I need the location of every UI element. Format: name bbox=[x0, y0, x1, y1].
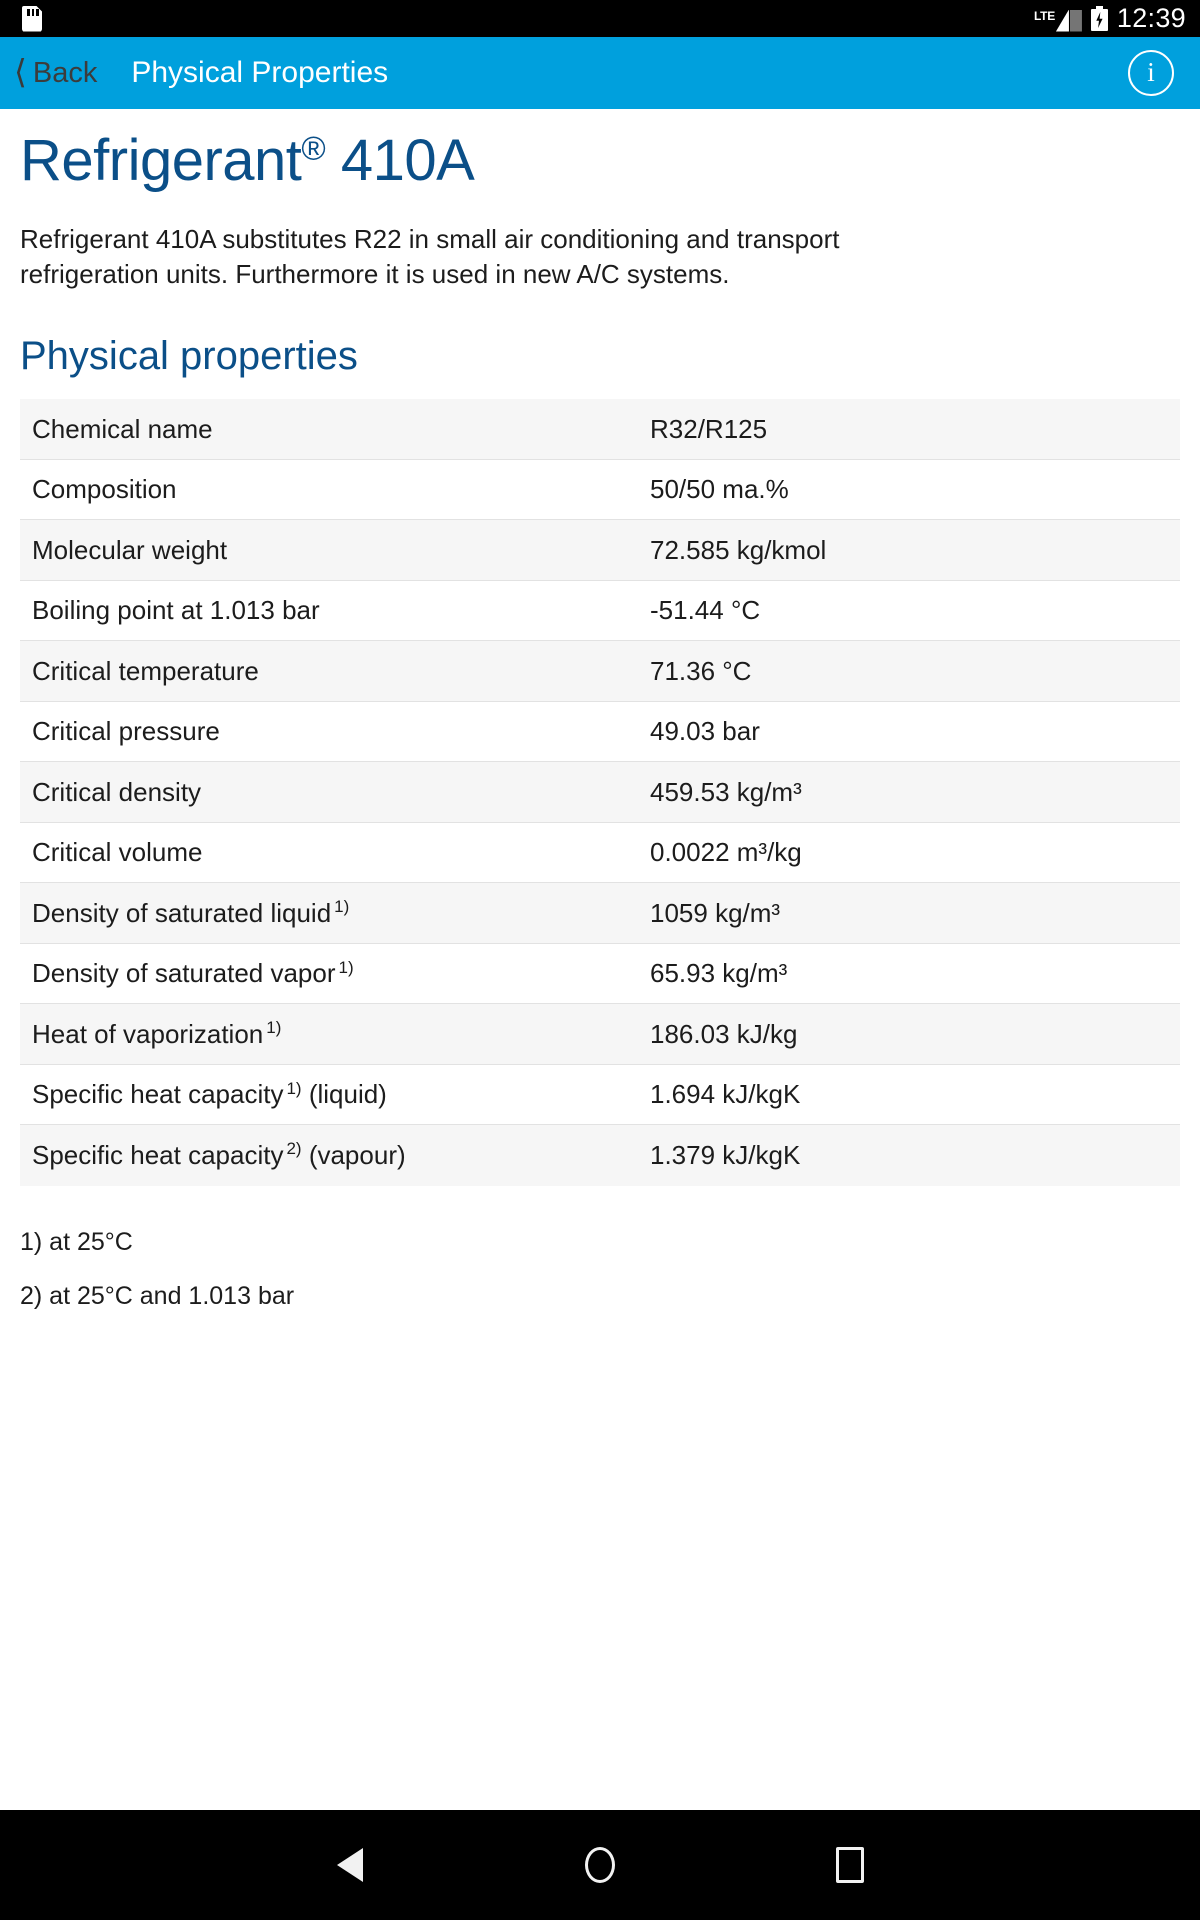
table-row: Density of saturated liquid 1) 1059 kg/m³ bbox=[20, 883, 1180, 944]
section-title-physical-properties: Physical properties bbox=[20, 334, 358, 379]
back-button-label: Back bbox=[32, 56, 98, 89]
footnotes: 1) at 25°C 2) at 25°C and 1.013 bar bbox=[20, 1228, 1180, 1311]
property-name-text: Chemical name bbox=[32, 413, 213, 444]
property-value: 50/50 ma.% bbox=[650, 474, 789, 505]
property-name-suffix: (liquid) bbox=[301, 1079, 387, 1110]
property-name: Critical pressure bbox=[20, 716, 650, 747]
table-row: Heat of vaporization 1) 186.03 kJ/kg bbox=[20, 1004, 1180, 1065]
info-icon-glyph: i bbox=[1147, 56, 1155, 87]
nav-recents-square-icon[interactable] bbox=[815, 1830, 885, 1900]
content-area: Refrigerant® 410A Refrigerant 410A subst… bbox=[0, 109, 1200, 1810]
status-bar: LTE 12:39 bbox=[0, 0, 1200, 37]
page-description: Refrigerant 410A substitutes R22 in smal… bbox=[20, 223, 840, 289]
footnote-marker: 1) bbox=[338, 957, 354, 977]
nav-back-triangle-icon[interactable] bbox=[315, 1830, 385, 1900]
sd-card-icon bbox=[22, 5, 42, 32]
status-bar-clock: 12:39 bbox=[1116, 3, 1186, 33]
property-value: 72.585 kg/kmol bbox=[650, 534, 827, 565]
property-name-text: Density of saturated liquid bbox=[32, 897, 332, 928]
table-row: Specific heat capacity 2) (vapour) 1.379 k… bbox=[20, 1125, 1180, 1186]
back-button[interactable]: ⟨ Back bbox=[14, 52, 98, 90]
page-title-suffix: 410A bbox=[325, 128, 475, 193]
property-name-text: Critical volume bbox=[32, 837, 203, 868]
property-value: 71.36 °C bbox=[650, 655, 752, 686]
property-value: R32/R125 bbox=[650, 413, 768, 444]
network-type-label: LTE bbox=[1034, 8, 1055, 23]
footnote-marker: 2) bbox=[286, 1139, 302, 1159]
property-name: Critical volume bbox=[20, 837, 650, 868]
registered-trademark-icon: ® bbox=[301, 129, 326, 167]
table-row: Critical volume 0.0022 m³/kg bbox=[20, 822, 1180, 884]
property-name-text: Molecular weight bbox=[32, 534, 228, 565]
property-name-text: Density of saturated vapor bbox=[32, 958, 336, 989]
property-name: Molecular weight bbox=[20, 535, 650, 566]
status-bar-left bbox=[22, 5, 42, 32]
page-title: Refrigerant® 410A bbox=[20, 128, 1180, 193]
property-value: 0.0022 m³/kg bbox=[650, 837, 802, 868]
property-name: Critical temperature bbox=[20, 656, 650, 687]
property-name-text: Critical temperature bbox=[32, 655, 259, 686]
table-row: Molecular weight 72.585 kg/kmol bbox=[20, 520, 1180, 581]
property-name-text: Critical density bbox=[32, 776, 202, 807]
property-value: 459.53 kg/m³ bbox=[650, 776, 802, 807]
property-name: Density of saturated liquid 1) bbox=[20, 898, 650, 929]
battery-charging-icon bbox=[1090, 6, 1108, 31]
nav-home-circle-icon[interactable] bbox=[565, 1830, 635, 1900]
property-name: Chemical name bbox=[20, 414, 650, 445]
property-name-text: Composition bbox=[32, 474, 177, 505]
app-bar-title: Physical Properties bbox=[131, 56, 389, 89]
property-value: 1.694 kJ/kgK bbox=[650, 1079, 801, 1110]
property-value: 186.03 kJ/kg bbox=[650, 1018, 798, 1049]
property-value: -51.44 °C bbox=[650, 595, 761, 626]
property-name: Density of saturated vapor 1) bbox=[20, 958, 650, 989]
footnote-item: 2) at 25°C and 1.013 bar bbox=[20, 1281, 295, 1310]
phone-screen: LTE 12:39 ⟨ Back Physical Properties i R… bbox=[0, 0, 1200, 1920]
table-row: Chemical name R32/R125 bbox=[20, 399, 1180, 460]
info-icon[interactable]: i bbox=[1128, 50, 1174, 96]
property-name-suffix: (vapour) bbox=[301, 1139, 406, 1170]
table-row: Critical density 459.53 kg/m³ bbox=[20, 762, 1180, 823]
physical-properties-table: Chemical name R32/R125 Composition 50/50 ma… bbox=[20, 399, 1180, 1186]
table-row: Composition 50/50 ma.% bbox=[20, 459, 1180, 521]
chevron-left-icon: ⟨ bbox=[14, 52, 27, 90]
android-nav-bar bbox=[0, 1810, 1200, 1920]
footnote-marker: 1) bbox=[286, 1078, 302, 1098]
footnote-marker: 1) bbox=[334, 897, 350, 917]
property-value: 1.379 kJ/kgK bbox=[650, 1139, 801, 1170]
footnote-marker: 1) bbox=[266, 1018, 282, 1038]
property-name: Composition bbox=[20, 474, 650, 505]
property-value: 65.93 kg/m³ bbox=[650, 958, 788, 989]
property-value: 1059 kg/m³ bbox=[650, 897, 781, 928]
status-bar-right: LTE 12:39 bbox=[1034, 5, 1186, 32]
property-name: Specific heat capacity 2) (vapour) bbox=[20, 1140, 650, 1171]
property-name-text: Specific heat capacity bbox=[32, 1139, 284, 1170]
table-row: Critical pressure 49.03 bar bbox=[20, 701, 1180, 763]
footnote-item: 1) at 25°C bbox=[20, 1227, 133, 1256]
app-bar: ⟨ Back Physical Properties i bbox=[0, 37, 1200, 109]
property-value: 49.03 bar bbox=[650, 716, 760, 747]
property-name-text: Specific heat capacity bbox=[32, 1079, 284, 1110]
table-row: Critical temperature 71.36 °C bbox=[20, 641, 1180, 702]
signal-bars-icon: LTE bbox=[1034, 6, 1082, 32]
property-name: Critical density bbox=[20, 777, 650, 808]
table-row: Density of saturated vapor 1) 65.93 kg/m³ bbox=[20, 943, 1180, 1005]
table-row: Specific heat capacity 1) (liquid) 1.694 k… bbox=[20, 1064, 1180, 1126]
property-name: Specific heat capacity 1) (liquid) bbox=[20, 1079, 650, 1110]
property-name-text: Boiling point at 1.013 bar bbox=[32, 595, 320, 626]
property-name: Heat of vaporization 1) bbox=[20, 1019, 650, 1050]
property-name: Boiling point at 1.013 bar bbox=[20, 595, 650, 626]
property-name-text: Heat of vaporization bbox=[32, 1018, 264, 1049]
table-row: Boiling point at 1.013 bar -51.44 °C bbox=[20, 580, 1180, 642]
page-title-main: Refrigerant bbox=[20, 128, 302, 193]
property-name-text: Critical pressure bbox=[32, 716, 220, 747]
